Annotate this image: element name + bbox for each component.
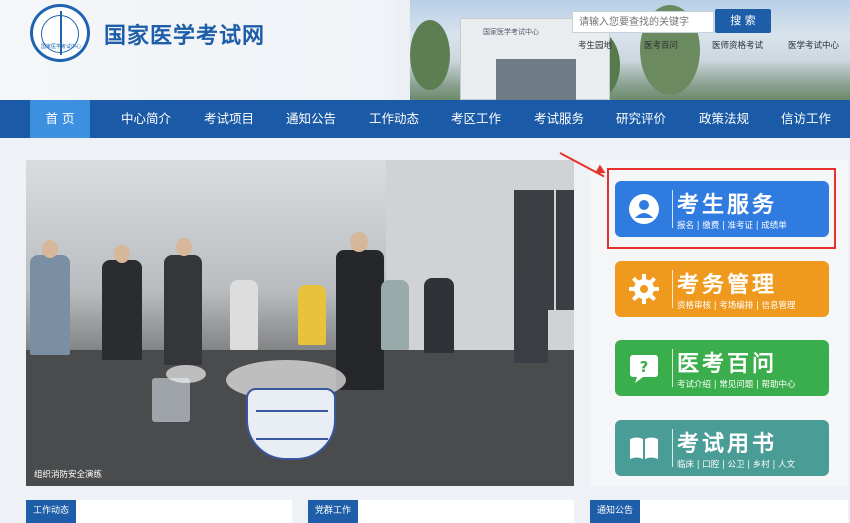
gear-icon — [627, 272, 661, 306]
site-logo[interactable]: 国家医学考试中心 — [30, 4, 90, 62]
nav-item[interactable]: 信访工作 — [772, 100, 840, 138]
nav-item[interactable]: 工作动态 — [360, 100, 428, 138]
nav-item[interactable]: 考试服务 — [525, 100, 593, 138]
nav-item[interactable]: 考区工作 — [442, 100, 510, 138]
photo-caption: 组织消防安全演练 — [34, 470, 103, 480]
service-title: 医考百问 — [677, 352, 778, 377]
svg-text:?: ? — [640, 358, 649, 376]
service-subtitle: 资格审核 | 考场编排 | 信息管理 — [677, 301, 796, 311]
nav-item[interactable]: 政策法规 — [690, 100, 758, 138]
service-button-exam-admin[interactable]: 考务管理 资格审核 | 考场编排 | 信息管理 — [615, 261, 829, 317]
search-input[interactable] — [572, 11, 714, 33]
service-subtitle: 临床 | 口腔 | 公卫 | 乡村 | 人文 — [677, 460, 796, 470]
book-icon — [627, 431, 661, 465]
featured-news-photo[interactable]: 组织消防安全演练 — [26, 160, 574, 486]
search-button[interactable]: 搜 索 — [715, 9, 771, 33]
section-tab-party[interactable]: 党群工作 — [308, 500, 359, 523]
section-tab-notices[interactable]: 通知公告 — [590, 500, 641, 523]
main-nav: 首 页 中心简介 考试项目 通知公告 工作动态 考区工作 考试服务 研究评价 政… — [0, 100, 850, 138]
nav-item[interactable]: 考试项目 — [195, 100, 263, 138]
nav-item[interactable]: 研究评价 — [607, 100, 675, 138]
service-subtitle: 考试介绍 | 常见问题 | 帮助中心 — [677, 380, 796, 390]
nav-item-home[interactable]: 首 页 — [30, 100, 90, 138]
section-tab-work-news[interactable]: 工作动态 — [26, 500, 77, 523]
highlight-box — [607, 168, 836, 249]
nav-item[interactable]: 中心简介 — [112, 100, 180, 138]
site-title[interactable]: 国家医学考试网 — [104, 18, 265, 50]
quick-link[interactable]: 医学考试中心 — [788, 39, 839, 51]
service-button-books[interactable]: 考试用书 临床 | 口腔 | 公卫 | 乡村 | 人文 — [615, 420, 829, 476]
quick-link[interactable]: 医考百问 — [644, 39, 678, 51]
site-header: 国家医学考试中心 国家医学考试中心 国家医学考试网 搜 索 考生园地 医考百问 … — [0, 0, 850, 100]
quick-link[interactable]: 考生园地 — [578, 39, 612, 51]
service-title: 考务管理 — [677, 273, 778, 298]
chat-question-icon: ? — [627, 351, 661, 385]
quick-link[interactable]: 医师资格考试 — [712, 39, 763, 51]
service-title: 考试用书 — [677, 432, 778, 457]
nav-item[interactable]: 通知公告 — [277, 100, 345, 138]
service-button-faq[interactable]: ? 医考百问 考试介绍 | 常见问题 | 帮助中心 — [615, 340, 829, 396]
